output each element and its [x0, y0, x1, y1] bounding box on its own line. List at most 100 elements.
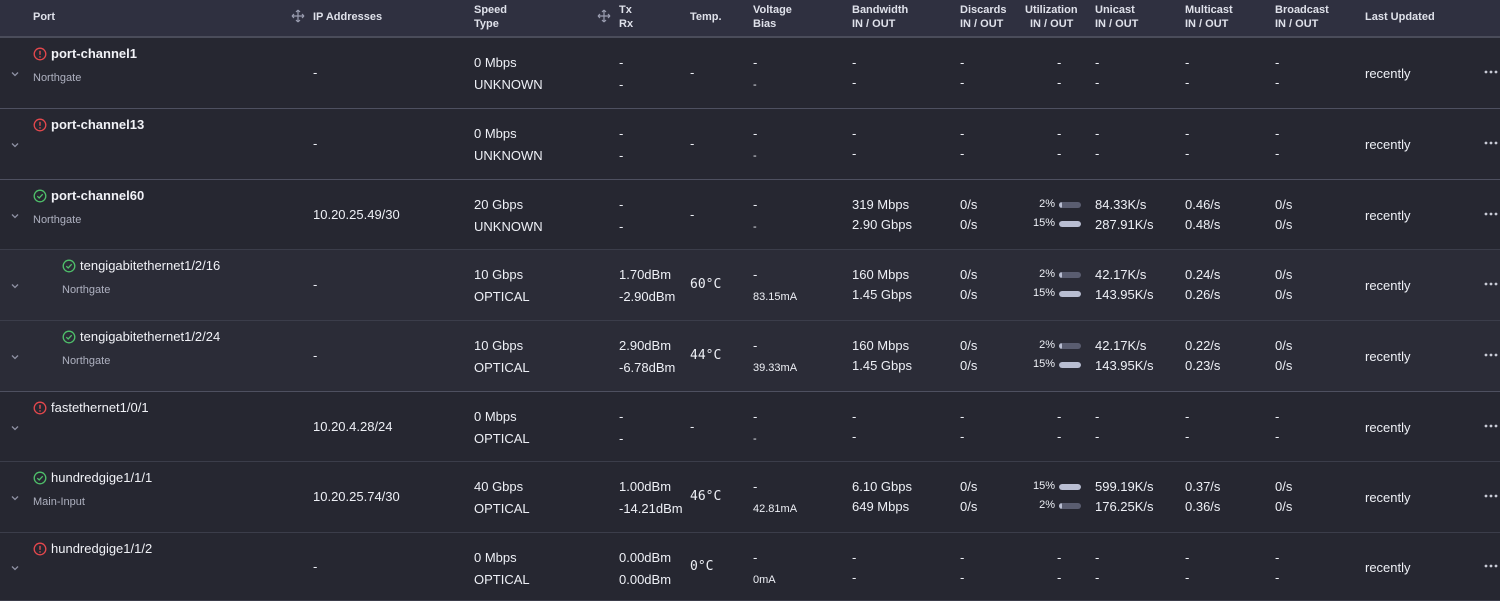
- temperature-value: -: [690, 206, 695, 222]
- last-updated: recently: [1365, 278, 1411, 293]
- broadcast-out: 0/s: [1275, 217, 1293, 232]
- utilization-bar-fill: [1059, 291, 1081, 297]
- multicast-in: -: [1185, 550, 1190, 565]
- type-value: OPTICAL: [474, 289, 530, 304]
- tx-value: -: [619, 197, 624, 212]
- status-ok-icon: [33, 471, 47, 485]
- more-options-icon[interactable]: [1484, 140, 1498, 146]
- chevron-down-icon[interactable]: [9, 68, 21, 80]
- multicast-out: 0.48/s: [1185, 217, 1221, 232]
- bias-value: 39.33mA: [753, 362, 798, 374]
- voltage-value: -: [753, 479, 758, 494]
- unicast-in: -: [1095, 126, 1100, 141]
- port-name[interactable]: hundredgige1/1/1: [51, 470, 152, 485]
- bandwidth-out: 1.45 Gbps: [852, 358, 912, 373]
- last-updated: recently: [1365, 137, 1411, 152]
- multicast-out: 0.23/s: [1185, 358, 1221, 373]
- status-error-icon: [33, 401, 47, 415]
- table-row[interactable]: port-channel1 Northgate - 0 Mbps UNKNOWN - - - -…: [0, 38, 1500, 110]
- discards-in: -: [960, 409, 965, 424]
- multicast-out: 0.36/s: [1185, 499, 1221, 514]
- header-last-updated[interactable]: Last Updated: [1365, 10, 1435, 24]
- table-row[interactable]: tengigabitethernet1/2/24 Northgate - 10 Gbp…: [0, 321, 1500, 393]
- table-row[interactable]: port-channel60 Northgate 10.20.25.49/30 20 …: [0, 180, 1500, 250]
- discards-out: -: [960, 429, 965, 444]
- unicast-out: 176.25K/s: [1095, 499, 1154, 514]
- more-options-icon[interactable]: [1484, 69, 1498, 75]
- chevron-down-icon[interactable]: [9, 422, 21, 434]
- utilization-bar-fill: [1059, 503, 1062, 509]
- status-ok-icon: [33, 189, 47, 203]
- ip-address: 10.20.25.74/30: [313, 489, 400, 504]
- table-row[interactable]: fastethernet1/0/1 10.20.4.28/24 0 Mbps OPTI…: [0, 392, 1500, 462]
- voltage-value: -: [753, 126, 758, 141]
- utilization-out-label: 15%: [1032, 287, 1055, 299]
- table-header: Port IP Addresses Speed Type Tx Rx Temp. V…: [0, 0, 1500, 38]
- header-ip[interactable]: IP Addresses: [313, 10, 382, 24]
- port-name[interactable]: tengigabitethernet1/2/24: [80, 329, 220, 344]
- multicast-in: -: [1185, 55, 1190, 70]
- chevron-down-icon[interactable]: [9, 280, 21, 292]
- more-options-icon[interactable]: [1484, 211, 1498, 217]
- more-options-icon[interactable]: [1484, 281, 1498, 287]
- more-options-icon[interactable]: [1484, 493, 1498, 499]
- rx-value: -: [619, 148, 624, 163]
- column-move-icon[interactable]: [291, 9, 305, 23]
- bandwidth-in: 6.10 Gbps: [852, 479, 912, 494]
- header-unicast[interactable]: Unicast IN / OUT: [1095, 3, 1138, 31]
- discards-out: 0/s: [960, 499, 978, 514]
- more-options-icon[interactable]: [1484, 563, 1498, 569]
- header-utilization[interactable]: Utilization IN / OUT: [1025, 3, 1078, 31]
- port-name[interactable]: port-channel13: [51, 117, 144, 132]
- broadcast-out: 0/s: [1275, 287, 1293, 302]
- utilization-bar-fill: [1059, 484, 1081, 490]
- utilization-bar-fill: [1059, 202, 1062, 208]
- table-row[interactable]: port-channel13 - 0 Mbps UNKNOWN - - - - - - - - - - - -…: [0, 109, 1500, 181]
- more-options-icon[interactable]: [1484, 352, 1498, 358]
- port-name[interactable]: tengigabitethernet1/2/16: [80, 258, 220, 273]
- broadcast-out: -: [1275, 75, 1280, 90]
- chevron-down-icon[interactable]: [9, 139, 21, 151]
- speed-value: 0 Mbps: [474, 126, 517, 141]
- bandwidth-in: -: [852, 550, 857, 565]
- bandwidth-out: -: [852, 75, 857, 90]
- bias-value: 42.81mA: [753, 503, 798, 515]
- header-bandwidth[interactable]: Bandwidth IN / OUT: [852, 3, 908, 31]
- bandwidth-out: -: [852, 146, 857, 161]
- multicast-in: -: [1185, 409, 1190, 424]
- header-multicast[interactable]: Multicast IN / OUT: [1185, 3, 1233, 31]
- speed-value: 20 Gbps: [474, 197, 524, 212]
- port-name[interactable]: fastethernet1/0/1: [51, 400, 149, 415]
- utilization-bar: [1059, 291, 1081, 297]
- more-options-icon[interactable]: [1484, 423, 1498, 429]
- header-txrx[interactable]: Tx Rx: [619, 3, 633, 31]
- port-name[interactable]: port-channel60: [51, 188, 144, 203]
- header-port[interactable]: Port: [33, 10, 55, 24]
- type-value: UNKNOWN: [474, 219, 543, 234]
- speed-value: 0 Mbps: [474, 409, 517, 424]
- column-move-icon[interactable]: [597, 9, 611, 23]
- discards-out: 0/s: [960, 287, 978, 302]
- chevron-down-icon[interactable]: [9, 210, 21, 222]
- table-row[interactable]: hundredgige1/1/2 - 0 Mbps OPTICAL 0.00dBm 0.0…: [0, 533, 1500, 601]
- utilization-in: -: [1057, 409, 1062, 424]
- table-row[interactable]: tengigabitethernet1/2/16 Northgate - 10 Gbp…: [0, 250, 1500, 321]
- table-row[interactable]: hundredgige1/1/1 Main-Input 10.20.25.74/30…: [0, 462, 1500, 533]
- header-voltage[interactable]: Voltage Bias: [753, 3, 792, 31]
- header-speed[interactable]: Speed Type: [474, 3, 507, 31]
- discards-in: 0/s: [960, 197, 978, 212]
- chevron-down-icon[interactable]: [9, 492, 21, 504]
- status-error-icon: [33, 47, 47, 61]
- last-updated: recently: [1365, 559, 1411, 575]
- multicast-out: -: [1185, 429, 1190, 444]
- chevron-down-icon[interactable]: [9, 351, 21, 363]
- header-temp[interactable]: Temp.: [690, 10, 722, 24]
- header-discards[interactable]: Discards IN / OUT: [960, 3, 1006, 31]
- utilization-bar: [1059, 362, 1081, 368]
- header-broadcast[interactable]: Broadcast IN / OUT: [1275, 3, 1329, 31]
- broadcast-out: -: [1275, 146, 1280, 161]
- port-name[interactable]: hundredgige1/1/2: [51, 541, 152, 556]
- discards-in: -: [960, 55, 965, 70]
- chevron-down-icon[interactable]: [9, 562, 21, 574]
- port-name[interactable]: port-channel1: [51, 46, 137, 61]
